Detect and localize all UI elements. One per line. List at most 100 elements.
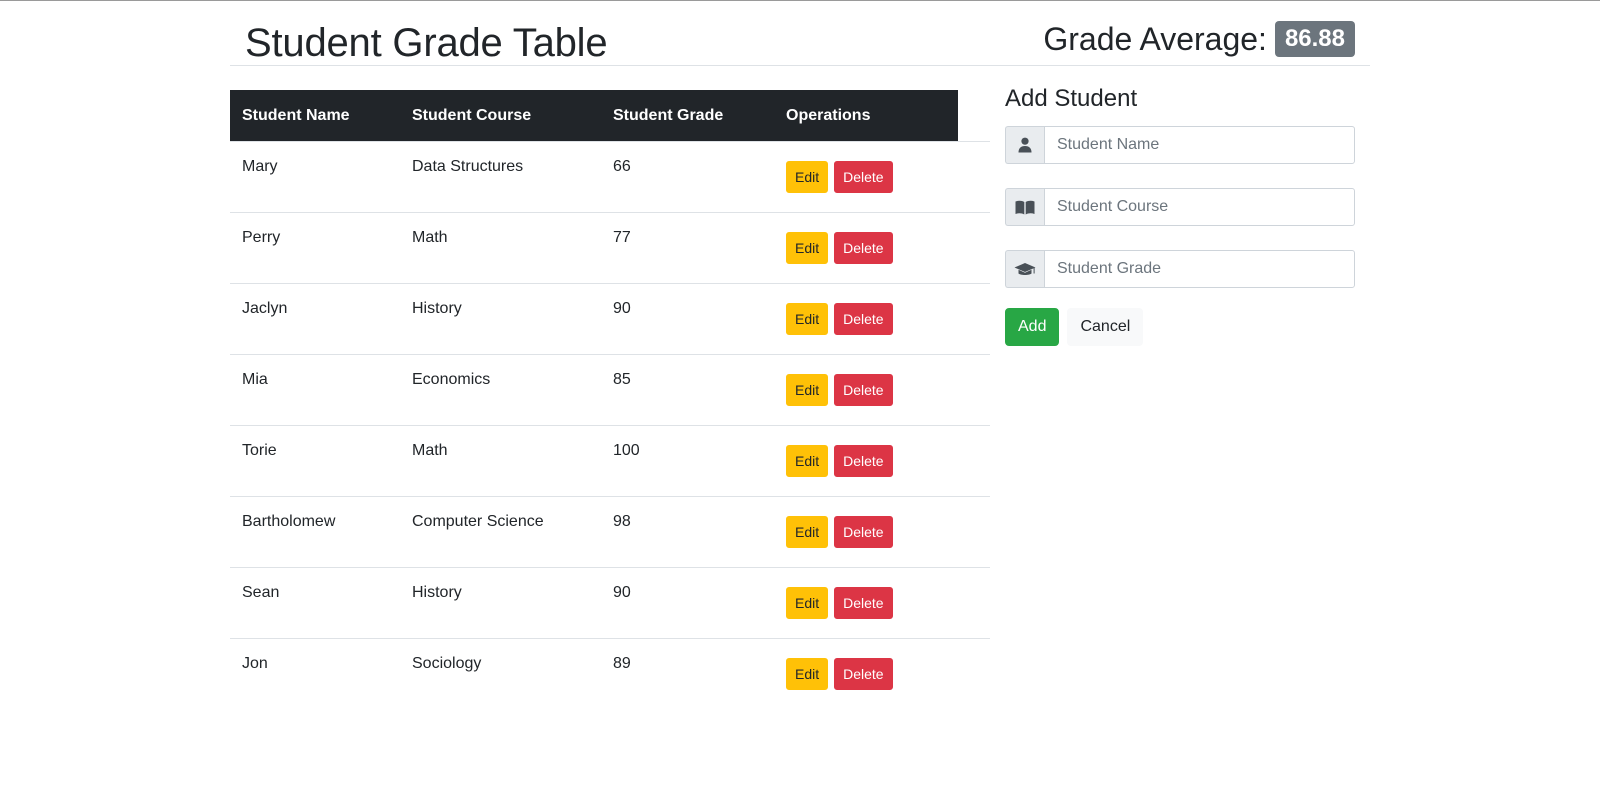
delete-button[interactable]: Delete — [834, 516, 893, 548]
delete-button[interactable]: Delete — [834, 161, 893, 193]
edit-button[interactable]: Edit — [786, 303, 829, 335]
student-course-input[interactable] — [1044, 188, 1355, 226]
book-icon — [1005, 188, 1044, 226]
delete-button[interactable]: Delete — [834, 658, 893, 691]
delete-button[interactable]: Delete — [834, 374, 893, 406]
student-course-group — [1005, 188, 1355, 226]
form-title: Add Student — [1005, 85, 1138, 112]
add-student-form: Add Student Add C — [1005, 84, 1355, 346]
grade-average-label: Grade Average: — [1043, 21, 1267, 57]
cell-student-course: Computer Science — [400, 496, 601, 568]
edit-button[interactable]: Edit — [786, 658, 829, 691]
student-grade-group — [1005, 250, 1355, 288]
cell-operations: Edit Delete — [774, 283, 958, 355]
page-header: Student Grade Table Grade Average: 86.88 — [230, 1, 1370, 66]
delete-button[interactable]: Delete — [834, 587, 893, 619]
cell-student-grade: 90 — [601, 283, 774, 355]
delete-button[interactable]: Delete — [834, 303, 893, 335]
table-row: Bartholomew Computer Science 98 Edit Delete — [230, 496, 990, 568]
table-header-spacer — [958, 90, 990, 142]
cell-operations: Edit Delete — [774, 141, 958, 213]
edit-button[interactable]: Edit — [786, 374, 829, 406]
student-grade-text: 89 — [613, 655, 631, 672]
student-course-text: History — [412, 300, 462, 317]
edit-button[interactable]: Edit — [786, 445, 829, 477]
student-grade-input[interactable] — [1044, 250, 1355, 288]
graduation-cap-icon — [1005, 250, 1044, 288]
student-name-text: Sean — [242, 584, 280, 601]
column-header-grade: Student Grade — [601, 90, 774, 142]
cell-spacer — [958, 354, 990, 426]
form-buttons: Add Cancel — [1005, 308, 1355, 346]
delete-button[interactable]: Delete — [834, 232, 893, 264]
cell-student-grade: 100 — [601, 425, 774, 497]
student-course-text: Computer Science — [412, 513, 544, 530]
student-course-text: Sociology — [412, 655, 482, 672]
cell-spacer — [958, 567, 990, 639]
edit-button[interactable]: Edit — [786, 232, 829, 264]
cell-student-course: Data Structures — [400, 141, 601, 213]
student-name-text: Jaclyn — [242, 300, 288, 317]
cell-student-course: History — [400, 283, 601, 355]
student-name-text: Mia — [242, 371, 268, 388]
cell-student-grade: 85 — [601, 354, 774, 426]
cell-student-grade: 98 — [601, 496, 774, 568]
cell-student-name: Jaclyn — [230, 283, 400, 355]
delete-button[interactable]: Delete — [834, 445, 893, 477]
table-row: Jon Sociology 89 Edit Delete — [230, 638, 990, 710]
cell-student-grade: 66 — [601, 141, 774, 213]
table-header-row: Student Name Student Course Student Grad… — [230, 90, 990, 142]
cell-student-name: Perry — [230, 212, 400, 284]
student-grade-text: 98 — [613, 513, 631, 530]
student-name-text: Mary — [242, 158, 278, 175]
table-body: Mary Data Structures 66 Edit Delete Perry Math… — [230, 141, 990, 710]
student-grade-table: Student Name Student Course Student Grad… — [230, 90, 990, 710]
column-header-operations: Operations — [774, 90, 958, 142]
student-course-text: Math — [412, 229, 448, 246]
cell-spacer — [958, 496, 990, 568]
page-title: Student Grade Table — [245, 21, 608, 65]
student-course-text: History — [412, 584, 462, 601]
student-name-group — [1005, 126, 1355, 164]
table-header: Student Name Student Course Student Grad… — [230, 90, 990, 142]
user-icon — [1005, 126, 1044, 164]
cell-spacer — [958, 283, 990, 355]
cell-operations: Edit Delete — [774, 425, 958, 497]
student-grade-text: 100 — [613, 442, 640, 459]
student-course-text: Data Structures — [412, 158, 524, 175]
grade-average-badge: 86.88 — [1274, 21, 1355, 57]
cell-spacer — [958, 141, 990, 213]
cell-student-name: Torie — [230, 425, 400, 497]
cell-student-course: History — [400, 567, 601, 639]
student-grade-text: 90 — [613, 584, 631, 601]
column-header-course: Student Course — [400, 90, 601, 142]
table-row: Torie Math 100 Edit Delete — [230, 425, 990, 497]
cell-student-name: Bartholomew — [230, 496, 400, 568]
student-course-text: Economics — [412, 371, 491, 388]
cell-operations: Edit Delete — [774, 496, 958, 568]
table-row: Mary Data Structures 66 Edit Delete — [230, 141, 990, 213]
cell-operations: Edit Delete — [774, 354, 958, 426]
student-name-text: Torie — [242, 442, 277, 459]
cell-spacer — [958, 212, 990, 284]
student-course-text: Math — [412, 442, 448, 459]
cell-student-grade: 77 — [601, 212, 774, 284]
cell-student-name: Sean — [230, 567, 400, 639]
student-name-input[interactable] — [1044, 126, 1355, 164]
table-row: Perry Math 77 Edit Delete — [230, 212, 990, 284]
cell-operations: Edit Delete — [774, 567, 958, 639]
student-grade-text: 85 — [613, 371, 631, 388]
grade-average: Grade Average: 86.88 — [1043, 19, 1355, 59]
student-name-text: Bartholomew — [242, 513, 336, 530]
cell-student-course: Math — [400, 212, 601, 284]
table-row: Sean History 90 Edit Delete — [230, 567, 990, 639]
cancel-button[interactable]: Cancel — [1067, 308, 1144, 346]
student-grade-text: 66 — [613, 158, 631, 175]
cell-student-name: Mary — [230, 141, 400, 213]
add-button[interactable]: Add — [1005, 308, 1060, 346]
student-name-text: Jon — [242, 655, 268, 672]
edit-button[interactable]: Edit — [786, 516, 829, 548]
cell-operations: Edit Delete — [774, 638, 958, 710]
edit-button[interactable]: Edit — [786, 587, 829, 619]
edit-button[interactable]: Edit — [786, 161, 829, 193]
